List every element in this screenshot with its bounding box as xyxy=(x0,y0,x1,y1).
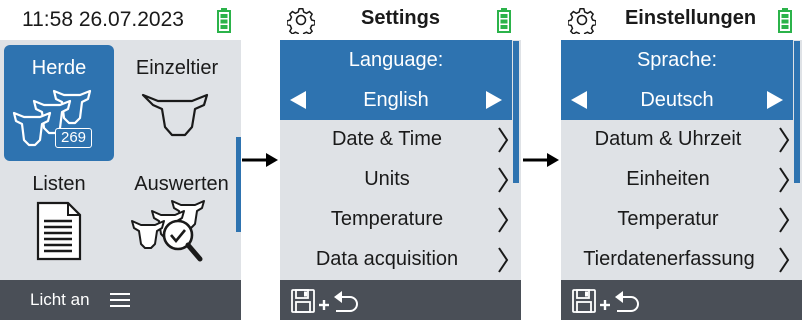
arrow-right-icon[interactable] xyxy=(486,91,502,109)
settings-item-label: Tierdatenerfassung xyxy=(583,248,755,270)
language-selector[interactable]: Sprache: Deutsch xyxy=(561,40,793,120)
light-toggle[interactable]: Licht an xyxy=(30,290,90,310)
flow-arrow-icon xyxy=(523,153,559,167)
battery-icon xyxy=(778,8,792,33)
settings-screen-de: Einstellungen Sprache: Deutsch Datum & U… xyxy=(561,0,802,320)
settings-list: Sprache: Deutsch Datum & Uhrzeit Einheit… xyxy=(561,40,793,280)
tile-listen[interactable]: Listen xyxy=(4,161,114,277)
battery-icon xyxy=(217,8,231,33)
status-bar: 11:58 26.07.2023 xyxy=(0,0,241,40)
settings-list: Language: English Date & Time Units Temp… xyxy=(280,40,512,280)
arrow-right-icon[interactable] xyxy=(767,91,783,109)
tile-auswerten-label: Auswerten xyxy=(134,173,229,195)
settings-item-label: Date & Time xyxy=(331,128,443,150)
herd-count-badge: 269 xyxy=(55,128,92,148)
chevron-right-icon xyxy=(498,207,509,233)
status-bar: Einstellungen xyxy=(561,0,802,40)
settings-item-label: Datum & Uhrzeit xyxy=(594,128,742,150)
chevron-right-icon xyxy=(498,167,509,193)
language-value: English xyxy=(363,89,429,111)
language-label: Language: xyxy=(348,49,444,71)
settings-item-einheiten[interactable]: Einheiten xyxy=(561,160,793,200)
settings-item-data-acquisition[interactable]: Data acquisition xyxy=(280,240,512,280)
bottom-bar xyxy=(280,280,521,320)
bottom-bar: Licht an xyxy=(0,280,241,320)
settings-item-label: Einheiten xyxy=(626,168,710,190)
status-bar: Settings xyxy=(280,0,521,40)
tile-einzeltier-label: Einzeltier xyxy=(135,57,219,79)
page-title: Settings xyxy=(361,7,440,29)
settings-item-tierdatenerfassung[interactable]: Tierdatenerfassung xyxy=(561,240,793,280)
save-back-icon[interactable] xyxy=(290,287,360,315)
bottom-bar xyxy=(561,280,802,320)
tile-listen-label: Listen xyxy=(32,173,86,195)
chevron-right-icon xyxy=(779,207,790,233)
tile-herde-label: Herde xyxy=(31,57,87,79)
settings-item-datum-uhrzeit[interactable]: Datum & Uhrzeit xyxy=(561,120,793,160)
home-menu-grid: Herde 269 Einzeltier Listen Auswerten xyxy=(0,40,241,280)
tile-herde[interactable]: Herde 269 xyxy=(4,45,114,161)
page-title: Einstellungen xyxy=(624,7,757,29)
evaluate-magnifier-icon xyxy=(131,200,205,262)
language-label: Sprache: xyxy=(636,49,718,71)
settings-item-units[interactable]: Units xyxy=(280,160,512,200)
chevron-right-icon xyxy=(779,247,790,273)
battery-icon xyxy=(497,8,511,33)
settings-item-temperature[interactable]: Temperature xyxy=(280,200,512,240)
tile-einzeltier[interactable]: Einzeltier xyxy=(122,45,232,161)
scrollbar-thumb[interactable] xyxy=(513,41,519,183)
settings-item-date-time[interactable]: Date & Time xyxy=(280,120,512,160)
language-selector[interactable]: Language: English xyxy=(280,40,512,120)
language-value: Deutsch xyxy=(640,89,714,111)
chevron-right-icon xyxy=(498,247,509,273)
single-cow-icon xyxy=(141,93,209,137)
settings-item-temperatur[interactable]: Temperatur xyxy=(561,200,793,240)
document-list-icon xyxy=(36,201,82,261)
menu-icon[interactable] xyxy=(110,292,130,308)
tile-auswerten[interactable]: Auswerten xyxy=(122,161,241,277)
settings-item-label: Temperatur xyxy=(617,208,719,230)
save-back-icon[interactable] xyxy=(571,287,641,315)
home-screen: 11:58 26.07.2023 Herde 269 Einzeltier Li… xyxy=(0,0,241,320)
time-date: 11:58 26.07.2023 xyxy=(22,8,184,31)
chevron-right-icon xyxy=(779,167,790,193)
settings-item-label: Data acquisition xyxy=(315,248,459,270)
chevron-right-icon xyxy=(498,127,509,153)
settings-item-label: Temperature xyxy=(330,208,444,230)
flow-arrow-icon xyxy=(242,153,278,167)
scrollbar-thumb[interactable] xyxy=(794,41,800,183)
chevron-right-icon xyxy=(779,127,790,153)
settings-item-label: Units xyxy=(364,168,410,190)
settings-screen-en: Settings Language: English Date & Time U… xyxy=(280,0,521,320)
home-scroll-indicator xyxy=(236,137,241,232)
